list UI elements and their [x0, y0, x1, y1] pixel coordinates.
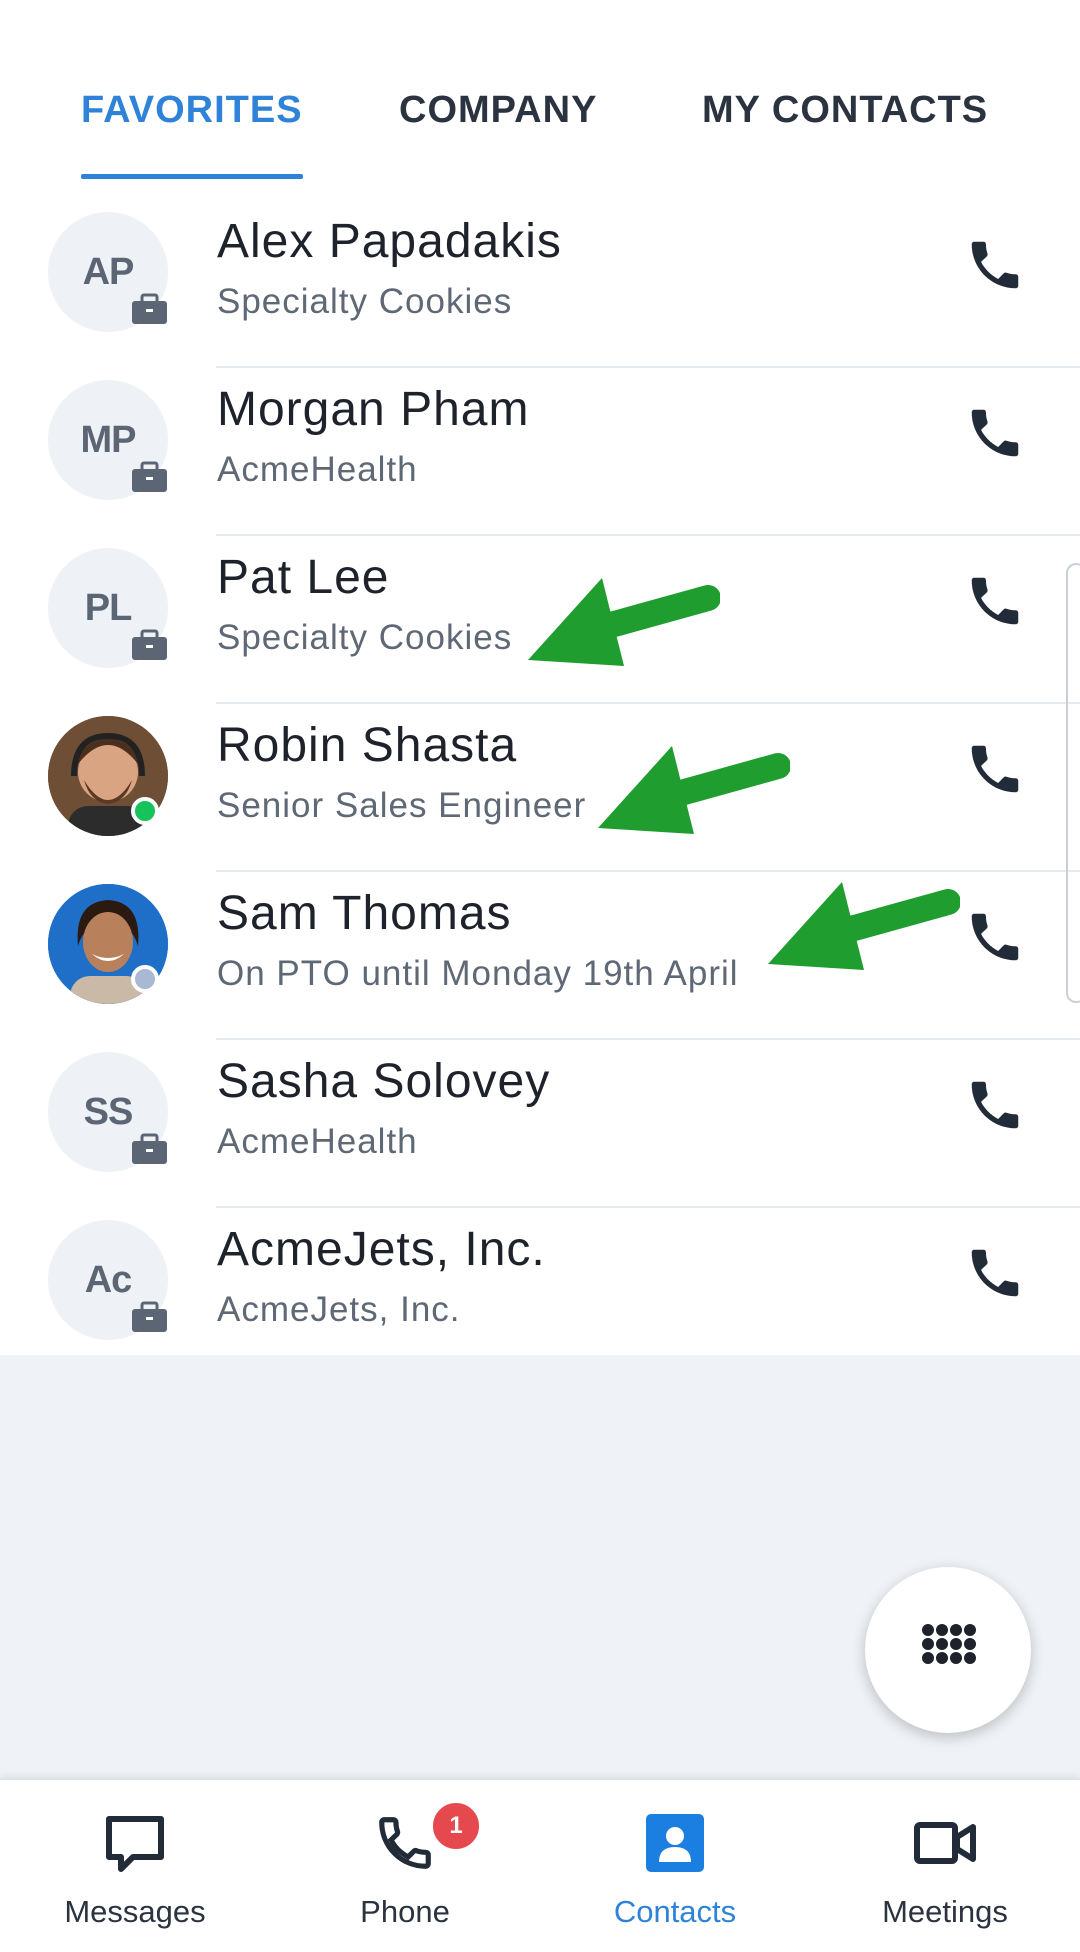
nav-contacts[interactable]: Contacts: [540, 1780, 810, 1952]
dialpad-icon: [922, 1624, 976, 1664]
contact-name: Sam Thomas: [217, 887, 512, 940]
call-button[interactable]: [960, 734, 1030, 804]
contact-name: Alex Papadakis: [217, 215, 562, 268]
briefcase-icon: [132, 461, 167, 492]
contact-row[interactable]: Sam Thomas On PTO until Monday 19th Apri…: [0, 872, 1080, 1040]
contact-subtitle: Specialty Cookies: [217, 618, 513, 657]
dialpad-button[interactable]: [865, 1567, 1031, 1733]
nav-label: Contacts: [613, 1894, 737, 1929]
contacts-panel: FAVORITES COMPANY MY CONTACTS AP Alex Pa…: [0, 0, 1080, 1355]
avatar-initials: AP: [82, 250, 135, 293]
nav-meetings[interactable]: Meetings: [810, 1780, 1080, 1952]
contact-name: Robin Shasta: [217, 719, 518, 772]
tab-company[interactable]: COMPANY: [399, 88, 597, 132]
phone-icon: [971, 913, 1019, 961]
call-button[interactable]: [960, 566, 1030, 636]
call-button[interactable]: [960, 1238, 1030, 1308]
briefcase-icon: [132, 1133, 167, 1164]
avatar-initials: Ac: [84, 1258, 133, 1301]
contacts-icon: [640, 1808, 710, 1878]
presence-away-dot: [131, 965, 159, 993]
contact-name: Sasha Solovey: [217, 1055, 551, 1108]
active-tab-indicator: [81, 174, 303, 179]
contact-row[interactable]: AP Alex Papadakis Specialty Cookies: [0, 200, 1080, 368]
chat-icon: [100, 1808, 170, 1878]
avatar-initials: SS: [83, 1090, 134, 1133]
briefcase-icon: [132, 293, 167, 324]
call-button[interactable]: [960, 398, 1030, 468]
contact-subtitle: AcmeHealth: [217, 450, 418, 489]
call-button[interactable]: [960, 230, 1030, 300]
nav-messages[interactable]: Messages: [0, 1780, 270, 1952]
briefcase-icon: [132, 629, 167, 660]
contact-subtitle: AcmeJets, Inc.: [217, 1290, 461, 1329]
phone-icon: [971, 241, 1019, 289]
nav-label: Phone: [360, 1894, 450, 1929]
contact-name: Morgan Pham: [217, 383, 530, 436]
video-icon: [910, 1808, 980, 1878]
contact-subtitle: On PTO until Monday 19th April: [217, 954, 739, 993]
presence-available-dot: [131, 797, 159, 825]
avatar-initials: MP: [80, 418, 137, 461]
phone-icon: [370, 1808, 440, 1878]
tab-favorites[interactable]: FAVORITES: [81, 88, 303, 132]
call-button[interactable]: [960, 1070, 1030, 1140]
briefcase-icon: [132, 1301, 167, 1332]
call-button[interactable]: [960, 902, 1030, 972]
contact-row[interactable]: SS Sasha Solovey AcmeHealth: [0, 1040, 1080, 1208]
green-arrow: [528, 578, 720, 666]
nav-label: Meetings: [882, 1894, 1008, 1929]
phone-icon: [971, 1081, 1019, 1129]
nav-label: Messages: [64, 1894, 206, 1929]
nav-phone[interactable]: 1 Phone: [270, 1780, 540, 1952]
contact-row[interactable]: PL Pat Lee Specialty Cookies: [0, 536, 1080, 704]
tab-my-contacts[interactable]: MY CONTACTS: [702, 88, 988, 132]
contact-row[interactable]: Robin Shasta Senior Sales Engineer: [0, 704, 1080, 872]
contact-row[interactable]: Ac AcmeJets, Inc. AcmeJets, Inc.: [0, 1208, 1080, 1376]
contact-subtitle: AcmeHealth: [217, 1122, 418, 1161]
contact-name: Pat Lee: [217, 551, 390, 604]
notification-badge: 1: [430, 1800, 482, 1852]
contact-subtitle: Specialty Cookies: [217, 282, 513, 321]
contact-subtitle: Senior Sales Engineer: [217, 786, 587, 825]
phone-icon: [971, 745, 1019, 793]
green-arrow: [598, 746, 790, 834]
scrollbar-edge[interactable]: [1066, 563, 1080, 1003]
phone-icon: [971, 577, 1019, 625]
contacts-tab-bar: FAVORITES COMPANY MY CONTACTS: [0, 0, 1080, 180]
green-arrow: [768, 882, 960, 970]
avatar-initials: PL: [84, 586, 133, 629]
contact-name: AcmeJets, Inc.: [217, 1223, 546, 1276]
phone-icon: [971, 1249, 1019, 1297]
bottom-navigation: Messages 1 Phone Contacts Meetings: [0, 1778, 1080, 1952]
contact-row[interactable]: MP Morgan Pham AcmeHealth: [0, 368, 1080, 536]
phone-icon: [971, 409, 1019, 457]
